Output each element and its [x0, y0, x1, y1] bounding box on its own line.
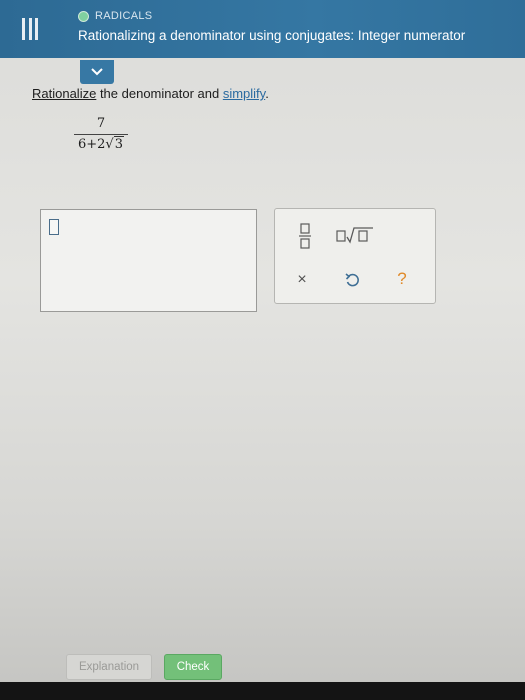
- simplify-link[interactable]: simplify: [223, 86, 265, 101]
- close-icon: ×: [297, 271, 307, 288]
- denominator-prefix: 6+2: [77, 137, 106, 152]
- radical: √3: [105, 136, 124, 152]
- instruction-period: .: [265, 86, 269, 101]
- topic-label: RADICALS: [95, 10, 153, 22]
- undo-icon: [345, 273, 359, 287]
- denominator: 6+2√3: [74, 136, 128, 152]
- collapse-header-button[interactable]: [80, 60, 114, 84]
- sqrt-sign: √: [105, 137, 114, 152]
- clear-button[interactable]: ×: [291, 269, 313, 291]
- rationalize-link[interactable]: Rationalize: [32, 86, 96, 101]
- help-icon: ?: [397, 269, 407, 288]
- radicand: 3: [113, 136, 124, 152]
- numerator: 7: [96, 116, 106, 131]
- menu-icon[interactable]: [22, 18, 38, 40]
- input-cursor: [49, 219, 59, 235]
- help-button[interactable]: ?: [391, 267, 413, 291]
- topic-status-icon: [78, 10, 89, 22]
- header-bar: RADICALS Rationalizing a denominator usi…: [0, 0, 525, 58]
- check-button[interactable]: Check: [164, 654, 222, 680]
- fraction-button[interactable]: [295, 221, 315, 251]
- undo-button[interactable]: [341, 269, 363, 291]
- problem-expression: 7 6+2√3: [74, 116, 128, 152]
- problem-instruction: Rationalize the denominator and simplify…: [32, 86, 269, 101]
- sqrt-icon: [336, 227, 373, 244]
- sqrt-button[interactable]: [335, 225, 375, 245]
- explanation-button[interactable]: Explanation: [66, 654, 152, 680]
- breadcrumb: RADICALS: [78, 10, 152, 22]
- chevron-down-icon: [91, 68, 103, 76]
- answer-input[interactable]: [40, 209, 257, 312]
- instruction-text: the denominator and: [96, 86, 223, 101]
- page-title: Rationalizing a denominator using conjug…: [78, 28, 466, 43]
- fraction-bar: [74, 134, 128, 135]
- bottom-bar: [0, 682, 525, 700]
- math-keypad: × ?: [274, 208, 436, 304]
- fraction-icon: [299, 223, 311, 249]
